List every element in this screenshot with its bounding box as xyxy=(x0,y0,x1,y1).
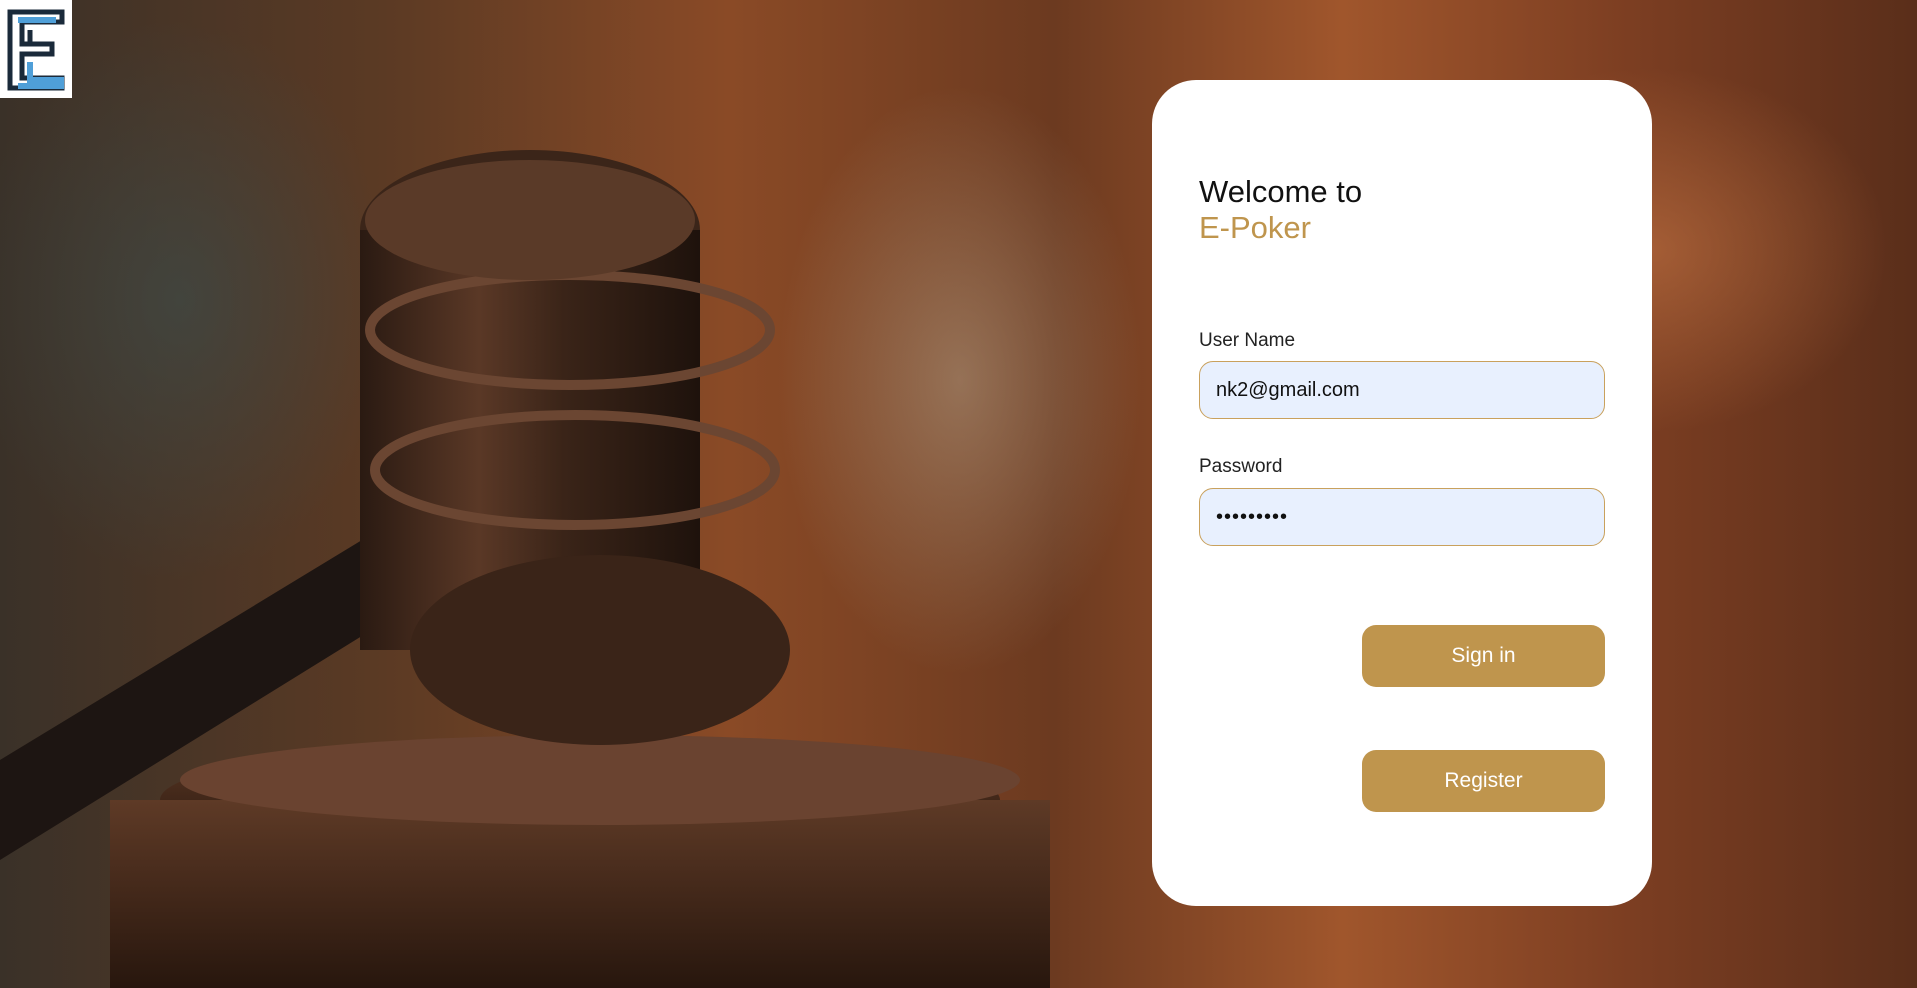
username-label: User Name xyxy=(1199,330,1296,351)
login-card: Welcome to E-Poker User Name Password Si… xyxy=(1152,80,1652,906)
register-button[interactable]: Register xyxy=(1362,750,1605,812)
password-label: Password xyxy=(1199,456,1283,477)
logo[interactable] xyxy=(0,0,72,98)
brand-name: E-Poker xyxy=(1199,210,1311,245)
username-input[interactable] xyxy=(1199,361,1605,419)
e-logo-icon xyxy=(7,9,65,91)
welcome-heading: Welcome to xyxy=(1199,174,1363,209)
sign-in-button[interactable]: Sign in xyxy=(1362,625,1605,687)
password-input[interactable] xyxy=(1199,488,1605,546)
